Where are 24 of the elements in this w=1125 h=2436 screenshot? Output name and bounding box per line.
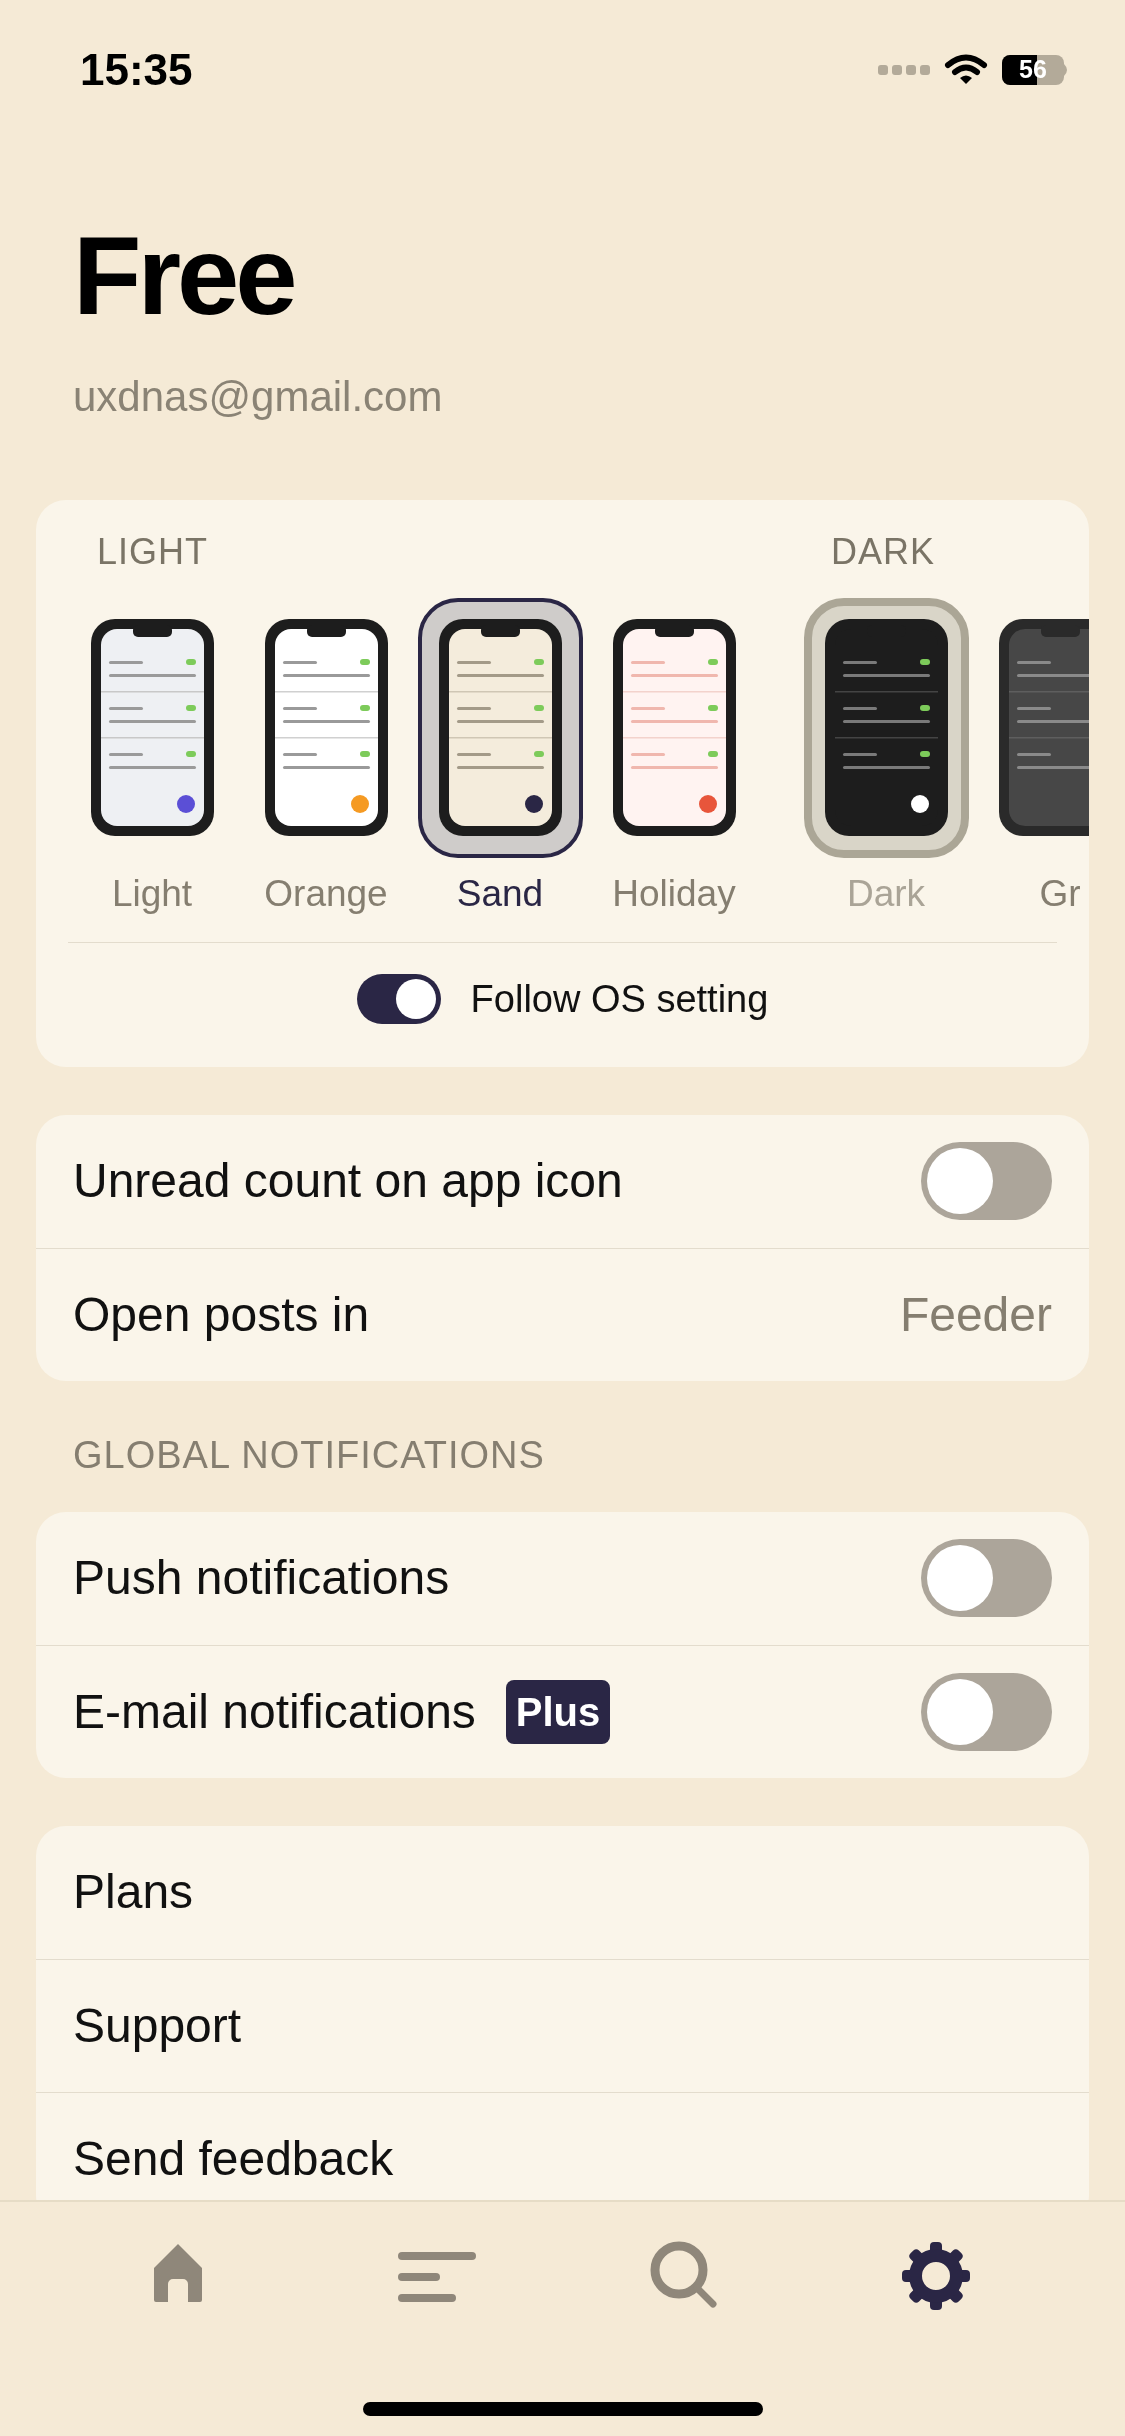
setting-label: Unread count on app icon bbox=[73, 1153, 623, 1210]
wifi-icon bbox=[944, 53, 988, 87]
toggle-switch[interactable] bbox=[356, 974, 441, 1025]
setting-value: Feeder bbox=[899, 1286, 1052, 1343]
toggle-label: Follow OS setting bbox=[470, 976, 769, 1022]
setting-label: Push notifications bbox=[73, 1550, 450, 1607]
section-label: LIGHT bbox=[97, 530, 208, 574]
plan-badge: Plus bbox=[505, 1679, 611, 1744]
section-header: GLOBAL NOTIFICATIONS bbox=[73, 1432, 545, 1478]
account-email: uxdnas@gmail.com bbox=[73, 372, 443, 422]
clock-time: 15:35 bbox=[80, 44, 193, 96]
menu-link[interactable]: Support bbox=[73, 1989, 242, 2062]
setting-label: E-mail notifications bbox=[73, 1683, 476, 1740]
menu-link[interactable]: Send feedback bbox=[73, 2122, 394, 2195]
plan-title: Free bbox=[73, 220, 294, 332]
theme-option[interactable]: Orange bbox=[239, 597, 413, 916]
theme-option[interactable]: Gr bbox=[973, 597, 1089, 916]
signal-icon bbox=[878, 63, 930, 77]
theme-option[interactable]: Light bbox=[65, 597, 239, 916]
setting-label: Open posts in bbox=[73, 1286, 370, 1343]
section-label: DARK bbox=[831, 530, 936, 574]
settings-row[interactable]: Open posts in Feeder bbox=[36, 1247, 1089, 1381]
theme-option[interactable]: Holiday bbox=[587, 597, 761, 916]
menu-link[interactable]: Plans bbox=[73, 1856, 194, 1929]
